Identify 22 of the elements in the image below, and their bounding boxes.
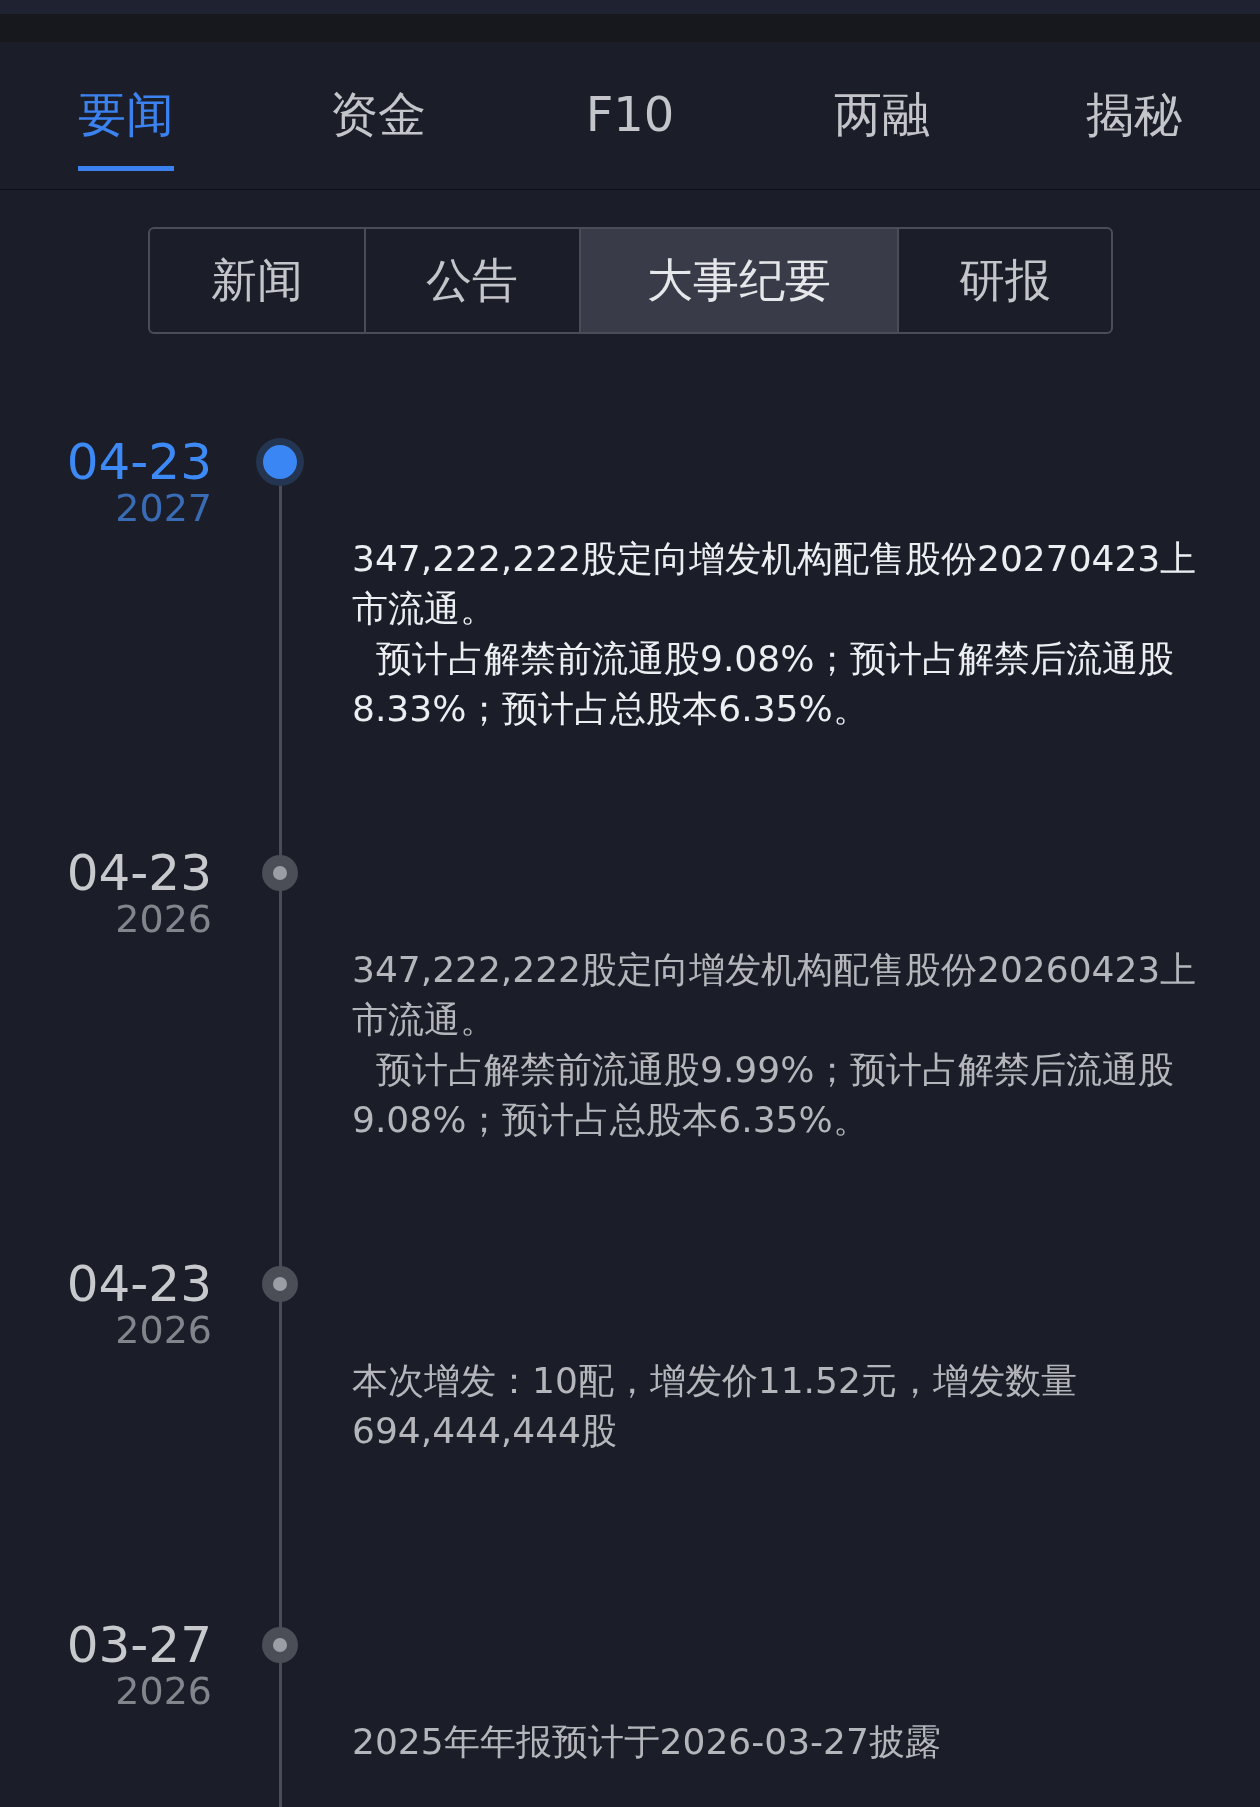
event-date: 04-23 (66, 847, 212, 899)
event-date: 04-23 (66, 436, 212, 488)
event-date: 03-27 (66, 1619, 212, 1671)
event-date: 04-23 (66, 1258, 212, 1310)
event-year: 2026 (115, 1671, 212, 1711)
segment-tab[interactable]: 大事纪要 (578, 229, 898, 332)
event-year: 2026 (115, 1310, 212, 1350)
event-description: 预计占解禁前流通股9.08%；预计占解禁后流通股8.33%；预计占总股本6.35%。 (352, 637, 1176, 731)
tab[interactable]: 要闻 (78, 60, 174, 171)
tab[interactable]: 资金 (330, 60, 426, 171)
event-year: 2026 (115, 899, 212, 939)
event-description: 347,222,222股定向增发机构配售股份20260423上市流通。 (352, 948, 1198, 1042)
event-description: 预计占解禁前流通股9.99%；预计占解禁后流通股9.08%；预计占总股本6.35%。 (352, 1048, 1176, 1142)
event-description: 2025年年报预计于2026-03-27披露 (352, 1720, 942, 1764)
tab[interactable]: 揭秘 (1086, 60, 1182, 171)
tab[interactable]: 两融 (834, 60, 930, 171)
event-description: 347,222,222股定向增发机构配售股份20270423上市流通。 (352, 537, 1198, 631)
tab[interactable]: F10 (585, 60, 675, 171)
segment-tab[interactable]: 研报 (897, 229, 1111, 332)
event-year: 2027 (115, 488, 212, 528)
segment-tab[interactable]: 新闻 (149, 229, 364, 332)
event-description: 本次增发：10配，增发价11.52元，增发数量694,444,444股 (352, 1359, 1078, 1453)
